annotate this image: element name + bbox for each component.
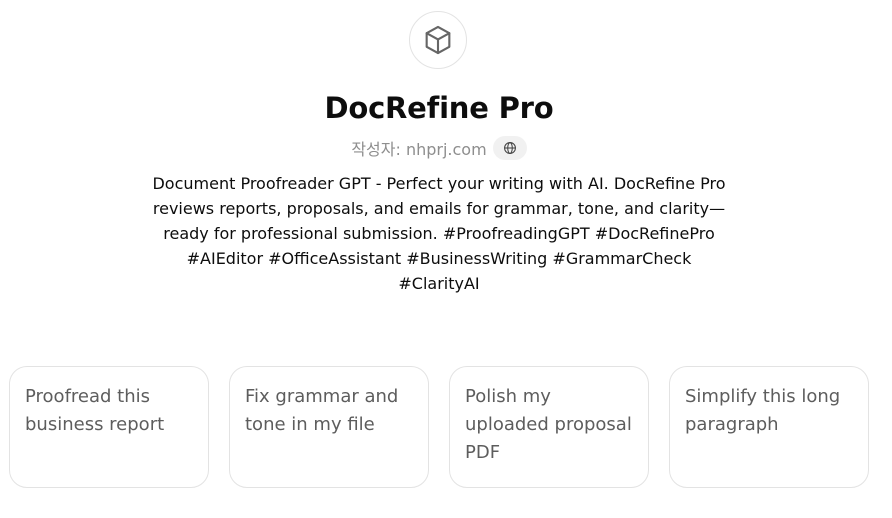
conversation-starters: Proofread this business report Fix gramm… (9, 366, 869, 488)
starter-card[interactable]: Proofread this business report (9, 366, 209, 488)
author-label: 작성자: nhprj.com (351, 140, 487, 159)
gpt-description: Document Proofreader GPT - Perfect your … (152, 174, 726, 293)
starter-card[interactable]: Simplify this long paragraph (669, 366, 869, 488)
starter-card[interactable]: Fix grammar and tone in my file (229, 366, 429, 488)
gpt-landing: DocRefine Pro 작성자: nhprj.com Document Pr… (0, 0, 892, 518)
gpt-title: DocRefine Pro (324, 91, 554, 125)
author-row: 작성자: nhprj.com (0, 134, 878, 162)
website-link-button[interactable] (492, 136, 527, 160)
cube-icon (425, 25, 451, 55)
gpt-avatar (409, 11, 467, 69)
globe-icon (503, 142, 516, 154)
starter-card[interactable]: Polish my uploaded proposal PDF (449, 366, 649, 488)
